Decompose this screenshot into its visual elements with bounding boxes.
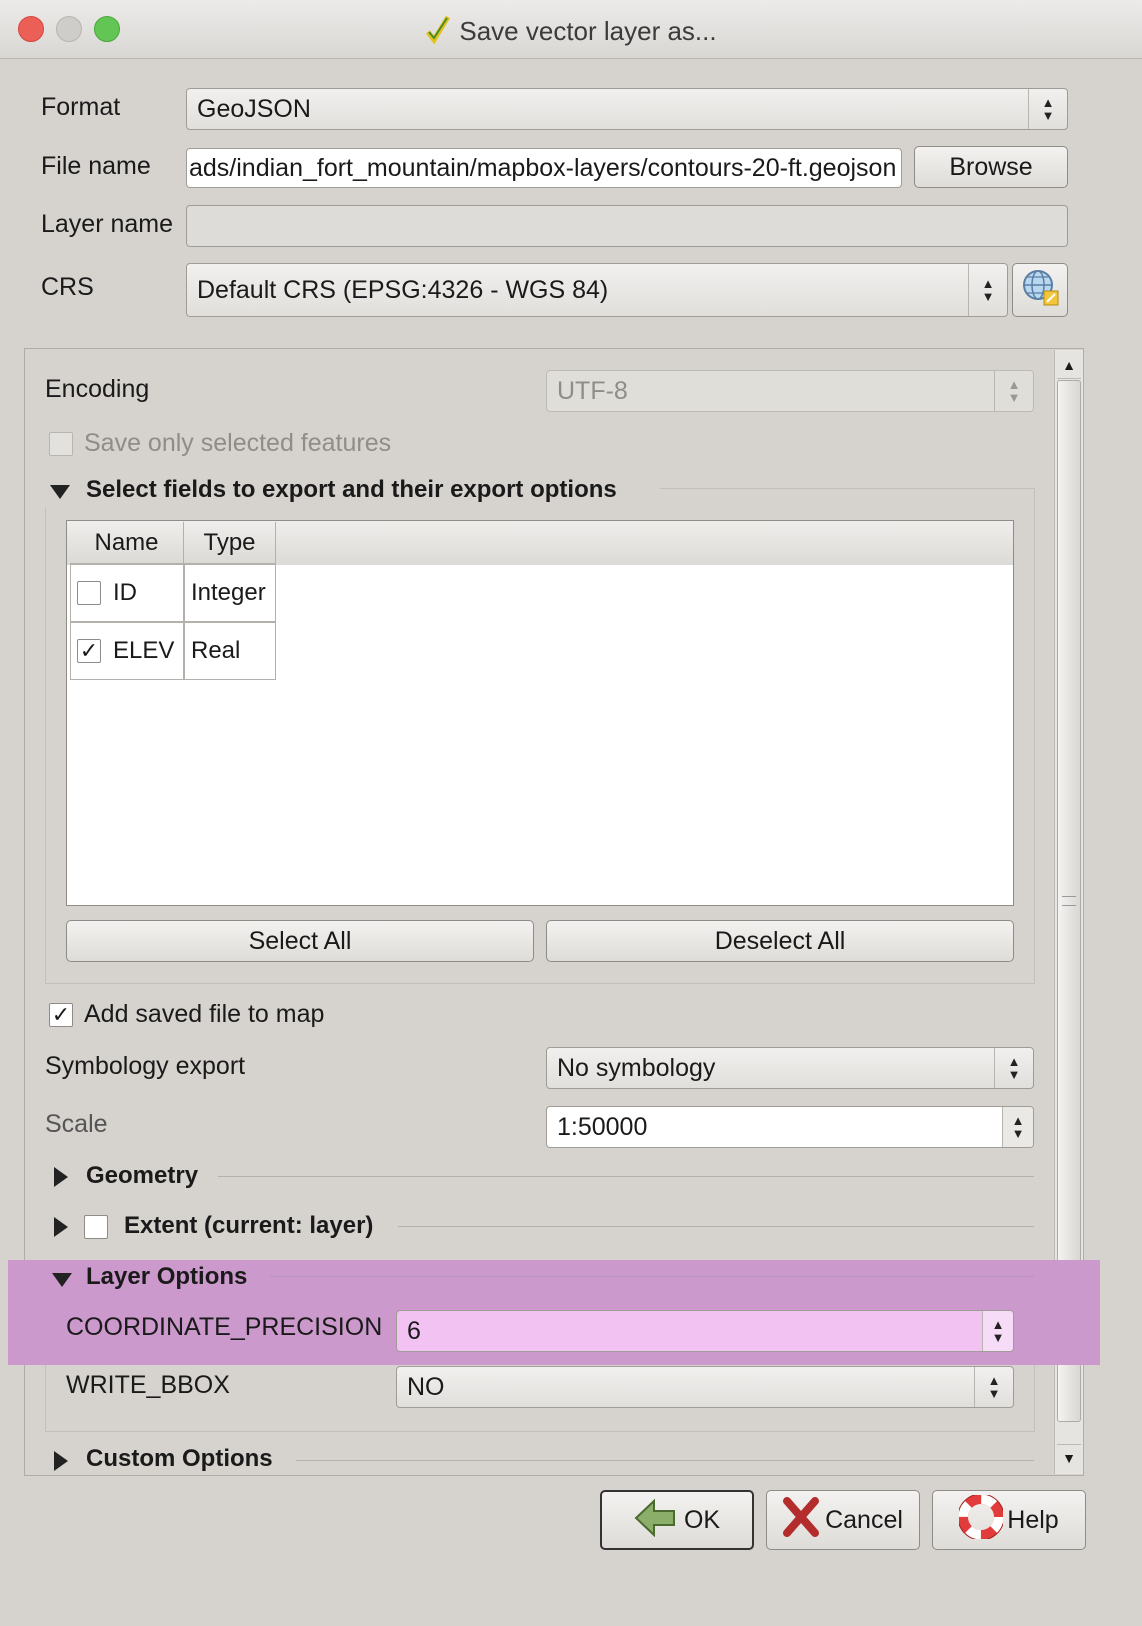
extent-section-header[interactable]: Extent (current: layer) xyxy=(50,1210,1040,1244)
field-name-cell: ID xyxy=(113,579,137,606)
help-button-label: Help xyxy=(1007,1505,1059,1534)
coord-precision-value: 6 xyxy=(407,1316,421,1345)
add-to-map-label: Add saved file to map xyxy=(84,1000,325,1028)
add-to-map-checkbox[interactable]: ✓ xyxy=(49,1003,73,1027)
filename-input-value: ads/indian_fort_mountain/mapbox-layers/c… xyxy=(189,153,897,182)
divider xyxy=(398,1226,1034,1227)
title-bar: Save vector layer as... xyxy=(0,0,1142,59)
ok-button[interactable]: OK xyxy=(600,1490,754,1550)
divider xyxy=(218,1176,1034,1177)
crs-select[interactable]: Default CRS (EPSG:4326 - WGS 84) ▲ ▼ xyxy=(186,263,1008,317)
fields-section-header[interactable]: Select fields to export and their export… xyxy=(40,474,660,508)
field-elev-checkbox[interactable]: ✓ xyxy=(77,639,101,663)
window-title: Save vector layer as... xyxy=(0,14,1142,51)
encoding-label: Encoding xyxy=(45,375,150,403)
select-all-button[interactable]: Select All xyxy=(66,920,534,962)
expand-right-icon xyxy=(54,1167,68,1187)
crs-label: CRS xyxy=(41,273,94,301)
symbology-select-value: No symbology xyxy=(557,1053,716,1082)
divider xyxy=(296,1460,1034,1461)
field-type-cell: Integer xyxy=(184,564,276,622)
field-type-cell: Real xyxy=(184,622,276,680)
ok-arrow-icon xyxy=(634,1497,680,1544)
column-header-type[interactable]: Type xyxy=(184,522,276,564)
window-title-text: Save vector layer as... xyxy=(459,16,717,46)
expand-down-icon xyxy=(50,485,70,499)
spin-arrows-icon[interactable]: ▲ ▼ xyxy=(982,1311,1013,1351)
write-bbox-value: NO xyxy=(407,1372,445,1401)
cancel-button[interactable]: Cancel xyxy=(766,1490,920,1550)
qgis-save-icon xyxy=(425,14,451,51)
chevron-updown-icon: ▲ ▼ xyxy=(994,371,1033,411)
format-select-value: GeoJSON xyxy=(197,94,311,123)
scroll-up-arrow-icon[interactable]: ▲ xyxy=(1057,352,1081,379)
crs-select-value: Default CRS (EPSG:4326 - WGS 84) xyxy=(197,275,609,304)
browse-button[interactable]: Browse xyxy=(914,146,1068,188)
symbology-label: Symbology export xyxy=(45,1052,246,1080)
geometry-section-header[interactable]: Geometry xyxy=(50,1160,1040,1194)
cancel-button-label: Cancel xyxy=(825,1505,903,1534)
chevron-updown-icon: ▲ ▼ xyxy=(994,1048,1033,1088)
scale-spinbox-value: 1:50000 xyxy=(557,1112,648,1141)
field-name-cell: ELEV xyxy=(113,637,175,664)
format-select[interactable]: GeoJSON ▲ ▼ xyxy=(186,88,1068,130)
layername-label: Layer name xyxy=(41,210,174,238)
deselect-all-button[interactable]: Deselect All xyxy=(546,920,1014,962)
select-crs-button[interactable] xyxy=(1012,263,1068,317)
scale-label: Scale xyxy=(45,1110,108,1138)
fields-section-title: Select fields to export and their export… xyxy=(86,476,617,503)
globe-icon xyxy=(1020,267,1060,314)
filename-input[interactable]: ads/indian_fort_mountain/mapbox-layers/c… xyxy=(186,148,902,188)
format-label: Format xyxy=(41,93,121,121)
column-header-name[interactable]: Name xyxy=(70,522,184,564)
ok-button-label: OK xyxy=(683,1505,721,1534)
layer-options-section-header[interactable]: Layer Options xyxy=(50,1262,350,1294)
cancel-x-icon xyxy=(783,1496,820,1544)
encoding-select[interactable]: UTF-8 ▲ ▼ xyxy=(546,370,1034,412)
write-bbox-select[interactable]: NO ▲ ▼ xyxy=(396,1366,1014,1408)
expand-down-icon xyxy=(52,1273,72,1287)
field-id-checkbox[interactable] xyxy=(77,581,101,605)
expand-right-icon xyxy=(54,1217,68,1237)
custom-options-title: Custom Options xyxy=(86,1445,273,1472)
help-button[interactable]: Help xyxy=(932,1490,1086,1550)
write-bbox-label: WRITE_BBOX xyxy=(66,1371,230,1399)
help-lifebuoy-icon xyxy=(957,1493,1005,1546)
custom-options-section-header[interactable]: Custom Options xyxy=(50,1444,1040,1476)
table-row[interactable]: ID xyxy=(70,564,184,622)
encoding-select-value: UTF-8 xyxy=(557,376,628,405)
scale-spinbox[interactable]: 1:50000 ▲ ▼ xyxy=(546,1106,1034,1148)
save-selected-label: Save only selected features xyxy=(84,429,392,457)
extent-checkbox[interactable] xyxy=(84,1215,108,1239)
table-row[interactable]: ✓ ELEV xyxy=(70,622,184,680)
geometry-section-title: Geometry xyxy=(86,1162,199,1189)
chevron-updown-icon: ▲ ▼ xyxy=(974,1367,1013,1407)
layer-options-title: Layer Options xyxy=(86,1263,248,1290)
symbology-select[interactable]: No symbology ▲ ▼ xyxy=(546,1047,1034,1089)
grip-icon xyxy=(1062,896,1076,906)
checkmark-icon: ✓ xyxy=(79,638,99,663)
extent-section-title: Extent (current: layer) xyxy=(124,1212,374,1239)
filename-label: File name xyxy=(41,152,151,180)
spin-arrows-icon[interactable]: ▲ ▼ xyxy=(1002,1107,1033,1147)
coord-precision-label: COORDINATE_PRECISION xyxy=(66,1313,383,1341)
checkmark-icon: ✓ xyxy=(51,1002,71,1027)
divider xyxy=(270,1276,1034,1277)
coord-precision-spinbox[interactable]: 6 ▲ ▼ xyxy=(396,1310,1014,1352)
save-selected-checkbox[interactable] xyxy=(49,432,73,456)
layername-input[interactable] xyxy=(186,205,1068,247)
scroll-down-arrow-icon[interactable]: ▼ xyxy=(1057,1444,1081,1471)
chevron-updown-icon: ▲ ▼ xyxy=(968,264,1007,316)
expand-right-icon xyxy=(54,1451,68,1471)
chevron-updown-icon: ▲ ▼ xyxy=(1028,89,1067,129)
